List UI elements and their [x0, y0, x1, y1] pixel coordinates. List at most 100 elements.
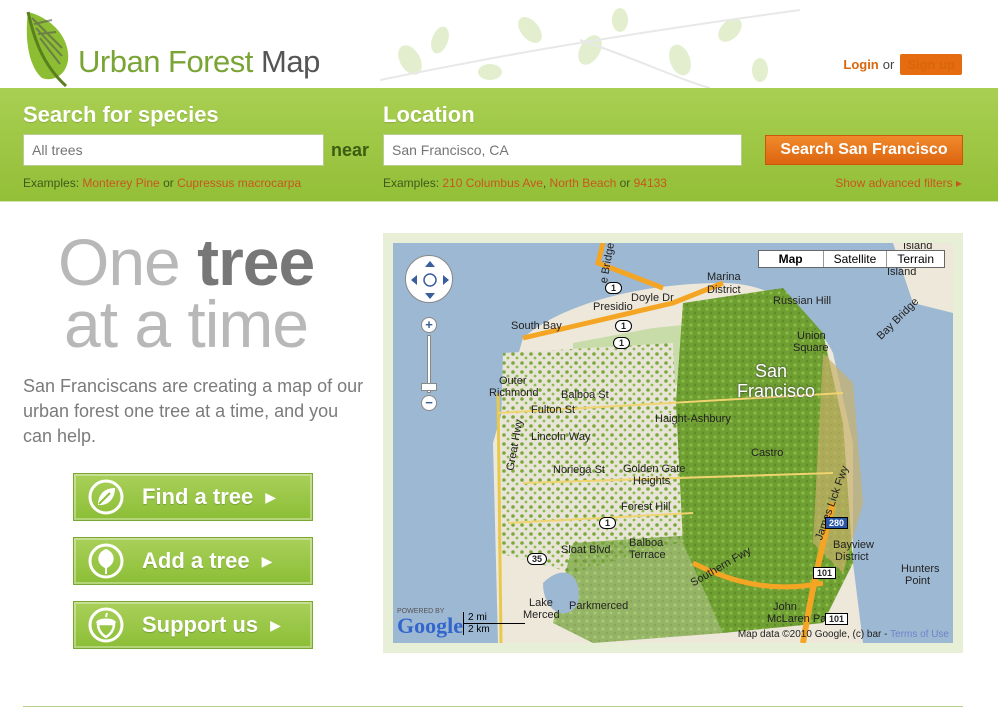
map-label: Bayview [833, 539, 874, 551]
google-wordmark: Google [397, 613, 463, 638]
support-us-button[interactable]: Support us ▶ [73, 601, 313, 649]
map-label: Lincoln Way [531, 431, 591, 443]
map-label: Balboa [629, 537, 664, 549]
scale-km: 2 km [463, 624, 525, 635]
map-label-city: San [755, 361, 788, 381]
species-title: Search for species [23, 102, 219, 127]
map-label: South Bay [511, 320, 562, 332]
map-label: Marina [707, 271, 741, 283]
map-label: Lake [529, 597, 553, 609]
map-label: Russian Hill [773, 295, 832, 307]
map-label: Union [797, 330, 826, 342]
arrow-right-icon: ▶ [270, 616, 281, 633]
search-button[interactable]: Search San Francisco [765, 135, 963, 165]
or-text: or [882, 57, 895, 72]
auth-links: Login or Sign up [843, 54, 962, 75]
map-label: Presidio [593, 301, 633, 313]
map-label: Parkmerced [569, 600, 629, 612]
route-shield: 280 [825, 517, 849, 529]
login-link[interactable]: Login [843, 57, 878, 72]
map-type-control: Map Satellite Terrain [757, 250, 945, 268]
map-type-terrain[interactable]: Terrain [886, 251, 944, 267]
location-example-or: or [616, 176, 634, 190]
logo-leaf-icon[interactable] [22, 8, 74, 88]
location-title: Location [383, 102, 475, 127]
leaf-icon [88, 479, 124, 515]
map-label: Merced [523, 609, 560, 621]
map-label: District [835, 551, 869, 563]
location-input[interactable] [383, 134, 742, 166]
map-label: John [773, 601, 797, 613]
species-examples-prefix: Examples: [23, 176, 83, 190]
attribution-text: Map data ©2010 Google, (c) bar - [737, 629, 891, 640]
map-label: Haight-Ashbury [655, 413, 731, 425]
add-tree-button[interactable]: Add a tree ▶ [73, 537, 313, 585]
site-header: Urban Forest Map Login or Sign up [0, 0, 998, 88]
logo-text-main: Urban Forest [78, 44, 262, 79]
pan-arrows-icon [411, 261, 449, 299]
map-label: District [707, 284, 741, 296]
add-tree-label: Add a tree [142, 548, 250, 573]
map-label-city: Francisco [737, 381, 816, 401]
google-logo[interactable]: POWERED BY Google [397, 608, 463, 637]
route-shield: 1 [615, 320, 633, 332]
route-shield: 1 [613, 337, 631, 349]
species-examples: Examples: Monterey Pine or Cupressus mac… [23, 176, 301, 190]
arrow-right-icon: ▶ [261, 552, 273, 569]
map-label: Noriega St [553, 464, 605, 476]
species-example-link[interactable]: Cupressus macrocarpa [177, 176, 301, 190]
map-type-map[interactable]: Map [759, 251, 823, 267]
map-label: Point [905, 575, 931, 587]
route-shield: 101 [825, 613, 849, 625]
route-shield: 35 [527, 553, 548, 565]
route-shield: 101 [813, 567, 837, 579]
map-label: Square [793, 342, 829, 354]
search-bar: Search for species near Location Search … [0, 88, 998, 202]
near-label: near [331, 140, 370, 160]
tree-icon [88, 543, 124, 579]
map-frame: Marina District Presidio South Bay Outer… [383, 233, 963, 653]
zoom-slider-thumb[interactable] [421, 383, 437, 391]
route-shield: 1 [605, 282, 623, 294]
acorn-icon [88, 607, 124, 643]
zoom-control: + − [421, 317, 437, 422]
find-tree-button[interactable]: Find a tree ▶ [73, 473, 313, 521]
map-label: Fulton St [531, 404, 576, 416]
map-label: Balboa St [561, 389, 609, 401]
map-scale: 2 mi 2 km [463, 612, 525, 635]
species-input[interactable] [23, 134, 324, 166]
logo-text[interactable]: Urban Forest Map [78, 44, 320, 80]
advanced-filters-link[interactable]: Show advanced filters ▸ [835, 176, 962, 190]
map-label: Golden Gate [623, 463, 686, 475]
zoom-out-button[interactable]: − [421, 395, 437, 411]
map-type-satellite[interactable]: Satellite [822, 251, 887, 267]
map-label: Castro [751, 447, 784, 459]
map-label: Hunters [901, 563, 940, 575]
location-examples-prefix: Examples: [383, 176, 443, 190]
species-example-or: or [159, 176, 178, 190]
map-label: Sloat Blvd [561, 544, 611, 556]
map-label: Forest Hill [621, 501, 671, 513]
map-canvas[interactable]: Marina District Presidio South Bay Outer… [393, 243, 953, 643]
map-attribution: Map data ©2010 Google, (c) bar - Terms o… [738, 629, 949, 640]
map-label: Outer [499, 375, 527, 387]
support-us-label: Support us [142, 612, 259, 637]
map-label: Richmond [489, 387, 539, 399]
terms-of-use-link[interactable]: Terms of Use [890, 629, 949, 640]
location-examples: Examples: 210 Columbus Ave, North Beach … [383, 176, 667, 190]
location-example-link[interactable]: 94133 [634, 176, 667, 190]
signup-button[interactable]: Sign up [900, 54, 962, 75]
map-label: Heights [633, 475, 671, 487]
species-example-link[interactable]: Monterey Pine [82, 176, 159, 190]
logo-text-accent: Map [261, 44, 320, 79]
location-example-link[interactable]: 210 Columbus Ave [442, 176, 543, 190]
location-example-sep: , [542, 176, 550, 190]
scale-mi: 2 mi [463, 612, 525, 624]
location-example-link[interactable]: North Beach [550, 176, 617, 190]
arrow-right-icon: ▶ [265, 488, 277, 505]
map-label: Terrace [629, 549, 666, 561]
find-tree-label: Find a tree [142, 484, 254, 509]
map-label: Doyle Dr [631, 292, 674, 304]
zoom-in-button[interactable]: + [421, 317, 437, 333]
pan-control[interactable] [405, 255, 453, 303]
